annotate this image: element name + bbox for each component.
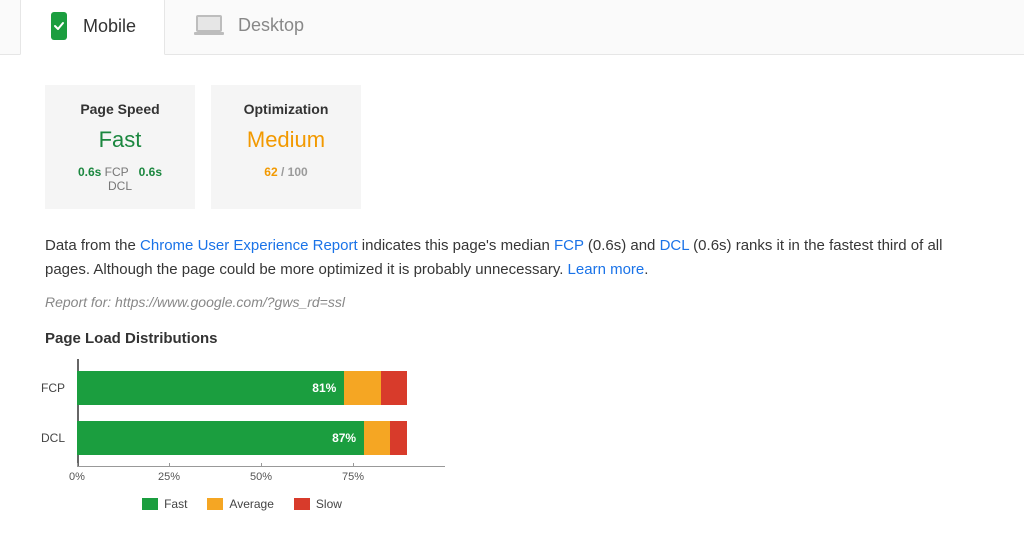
chart-plot: FCP 81% DCL 87%: [77, 359, 445, 467]
legend-average: Average: [207, 497, 273, 511]
legend-fast: Fast: [142, 497, 187, 511]
tab-desktop[interactable]: Desktop: [165, 0, 333, 54]
tab-strip: Mobile Desktop: [0, 0, 1024, 55]
distribution-chart: FCP 81% DCL 87% 0% 25% 50% 75%: [45, 359, 445, 511]
legend-slow: Slow: [294, 497, 342, 511]
dcl-value: 0.6s: [139, 165, 162, 179]
bar-row-dcl: DCL 87%: [77, 421, 445, 455]
page-speed-card: Page Speed Fast 0.6s FCP 0.6s DCL: [45, 85, 195, 209]
summary-cards: Page Speed Fast 0.6s FCP 0.6s DCL Optimi…: [45, 85, 979, 209]
bar-fcp-slow: [381, 371, 407, 405]
bar-label-fcp: FCP: [41, 371, 65, 405]
bar-dcl-fast: 87%: [77, 421, 364, 455]
learn-more-link[interactable]: Learn more: [568, 261, 645, 278]
fcp-label: FCP: [105, 165, 129, 179]
optimization-score: 62: [264, 165, 277, 179]
distributions-title: Page Load Distributions: [45, 330, 979, 347]
optimization-card: Optimization Medium 62 / 100: [211, 85, 361, 209]
tab-desktop-label: Desktop: [238, 15, 304, 36]
desc-period: .: [644, 261, 648, 278]
optimization-footer: 62 / 100: [235, 165, 337, 179]
optimization-value: Medium: [235, 127, 337, 153]
swatch-average-icon: [207, 498, 223, 510]
x-axis-ticks: 0% 25% 50% 75%: [77, 467, 445, 485]
bar-fcp-average: [344, 371, 380, 405]
desc-mid1: indicates this page's median: [358, 237, 554, 254]
bar-dcl-fast-pct: 87%: [332, 431, 356, 445]
chart-legend: Fast Average Slow: [77, 485, 407, 511]
bar-label-dcl: DCL: [41, 421, 65, 455]
bar-dcl-average: [364, 421, 390, 455]
tick-25: 25%: [158, 471, 180, 483]
dcl-label: DCL: [108, 179, 132, 193]
mobile-icon: [49, 12, 69, 40]
page-speed-footer: 0.6s FCP 0.6s DCL: [69, 165, 171, 193]
legend-fast-label: Fast: [164, 497, 187, 511]
swatch-fast-icon: [142, 498, 158, 510]
fcp-link[interactable]: FCP: [554, 237, 584, 254]
bar-dcl-slow: [390, 421, 407, 455]
tab-mobile-label: Mobile: [83, 16, 136, 37]
tick-50: 50%: [250, 471, 272, 483]
legend-average-label: Average: [229, 497, 273, 511]
desktop-icon: [194, 11, 224, 39]
desc-fcp-paren: (0.6s) and: [584, 237, 660, 254]
dcl-link[interactable]: DCL: [660, 237, 689, 254]
page-speed-value: Fast: [69, 127, 171, 153]
content-area: Page Speed Fast 0.6s FCP 0.6s DCL Optimi…: [0, 55, 1024, 541]
bar-fcp-fast-pct: 81%: [312, 381, 336, 395]
optimization-score-suffix: / 100: [278, 165, 308, 179]
fcp-value: 0.6s: [78, 165, 101, 179]
description-text: Data from the Chrome User Experience Rep…: [45, 234, 979, 282]
desc-prefix: Data from the: [45, 237, 140, 254]
tab-mobile[interactable]: Mobile: [20, 0, 165, 55]
page-speed-title: Page Speed: [69, 101, 171, 117]
swatch-slow-icon: [294, 498, 310, 510]
bar-fcp-fast: 81%: [77, 371, 344, 405]
crux-report-link[interactable]: Chrome User Experience Report: [140, 237, 358, 254]
tick-75: 75%: [342, 471, 364, 483]
report-for-text: Report for: https://www.google.com/?gws_…: [45, 294, 979, 310]
optimization-title: Optimization: [235, 101, 337, 117]
tick-0: 0%: [69, 471, 85, 483]
legend-slow-label: Slow: [316, 497, 342, 511]
bar-row-fcp: FCP 81%: [77, 371, 445, 405]
